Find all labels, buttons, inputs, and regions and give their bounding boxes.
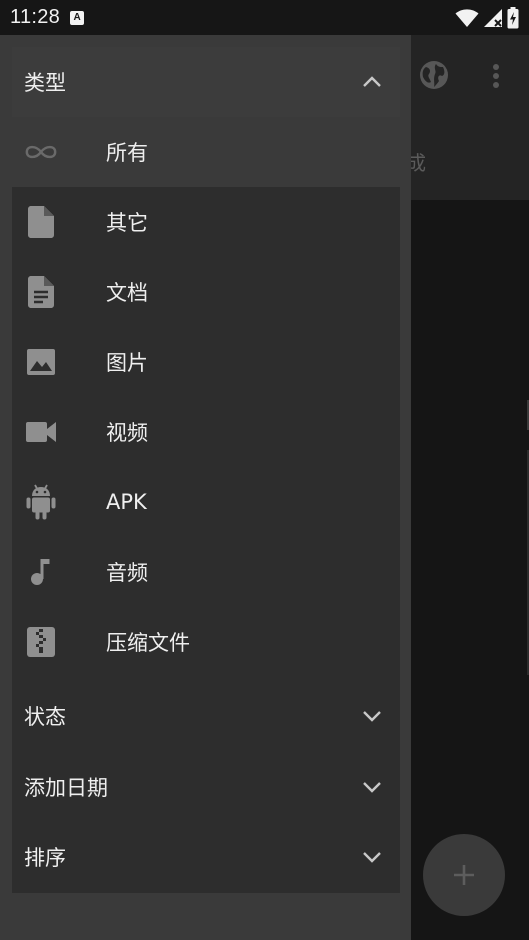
video-icon bbox=[24, 415, 58, 449]
music-note-icon bbox=[24, 555, 58, 589]
status-time: 11:28 bbox=[10, 6, 61, 28]
signal-icon bbox=[484, 8, 502, 27]
status-bar: 11:28 A bbox=[0, 0, 529, 35]
type-item-all[interactable]: 所有 bbox=[12, 117, 400, 187]
sort-section-title: 排序 bbox=[24, 846, 66, 870]
chevron-down-icon bbox=[362, 851, 382, 863]
image-icon bbox=[24, 345, 58, 379]
notification-a-icon: A bbox=[70, 10, 85, 25]
type-item-label: APK bbox=[106, 490, 147, 514]
document-icon bbox=[24, 275, 58, 309]
more-vert-icon[interactable] bbox=[488, 63, 504, 91]
wifi-icon bbox=[455, 8, 479, 27]
date-section-header[interactable]: 添加日期 bbox=[12, 752, 400, 822]
type-item-image[interactable]: 图片 bbox=[12, 327, 400, 397]
archive-icon bbox=[24, 625, 58, 659]
type-item-label: 音频 bbox=[106, 561, 148, 585]
type-item-video[interactable]: 视频 bbox=[12, 397, 400, 467]
type-item-document[interactable]: 文档 bbox=[12, 257, 400, 327]
file-icon bbox=[24, 205, 58, 239]
filter-panel: 类型 所有 其它 文档 图片 视频 APK 音频 压缩文件 状态 添加日期 排序 bbox=[12, 47, 400, 893]
chevron-down-icon bbox=[362, 781, 382, 793]
type-section-header[interactable]: 类型 bbox=[12, 47, 400, 117]
status-icons bbox=[455, 6, 519, 29]
status-section-title: 状态 bbox=[24, 705, 66, 729]
type-item-other[interactable]: 其它 bbox=[12, 187, 400, 257]
type-item-archive[interactable]: 压缩文件 bbox=[12, 607, 400, 677]
filter-drawer: 类型 所有 其它 文档 图片 视频 APK 音频 压缩文件 状态 添加日期 排序 bbox=[0, 35, 411, 940]
date-section-title: 添加日期 bbox=[24, 776, 108, 800]
battery-charging-icon bbox=[507, 6, 519, 28]
type-item-label: 压缩文件 bbox=[106, 631, 190, 655]
type-item-label: 文档 bbox=[106, 281, 148, 305]
chevron-up-icon bbox=[362, 76, 382, 88]
type-item-label: 图片 bbox=[106, 351, 148, 375]
android-icon bbox=[24, 484, 58, 520]
sort-section-header[interactable]: 排序 bbox=[12, 822, 400, 892]
type-item-label: 其它 bbox=[106, 211, 148, 235]
add-fab-button[interactable] bbox=[423, 834, 505, 916]
infinity-icon bbox=[24, 135, 58, 169]
status-section-header[interactable]: 状态 bbox=[12, 681, 400, 751]
type-item-label: 所有 bbox=[106, 141, 148, 165]
type-section-title: 类型 bbox=[24, 71, 66, 95]
chevron-down-icon bbox=[362, 710, 382, 722]
type-item-audio[interactable]: 音频 bbox=[12, 537, 400, 607]
type-item-apk[interactable]: APK bbox=[12, 467, 400, 537]
type-item-label: 视频 bbox=[106, 421, 148, 445]
plus-icon bbox=[454, 865, 474, 885]
globe-icon[interactable] bbox=[418, 59, 450, 91]
